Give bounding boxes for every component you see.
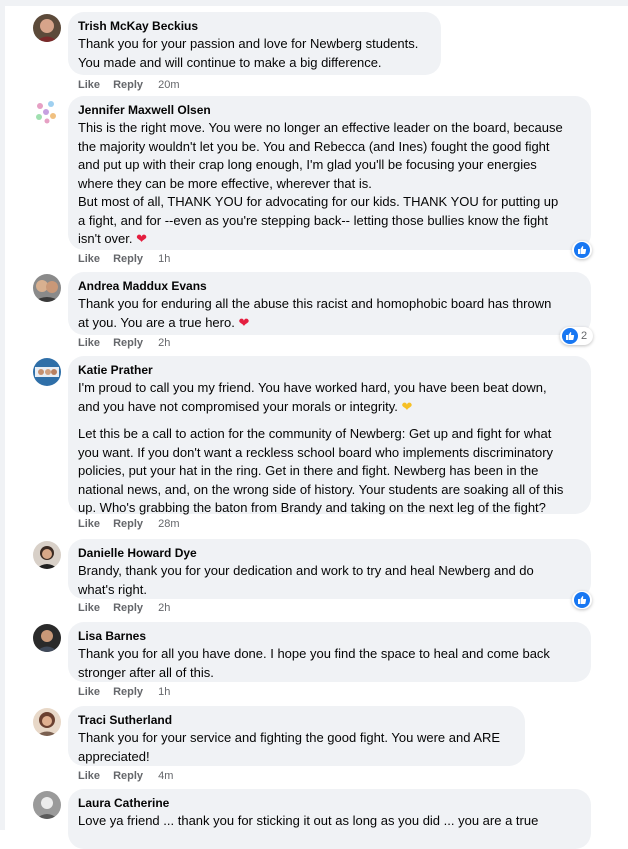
comment-text: Thank you for your service and fighting …: [78, 730, 501, 764]
avatar-image: [33, 624, 61, 652]
comment-actions: Like Reply 2h: [78, 601, 170, 615]
comment-actions: Like Reply 4m: [78, 769, 173, 783]
comment-text-body: I'm proud to call you my friend. You hav…: [78, 380, 547, 414]
comment-bubble: Danielle Howard Dye Brandy, thank you fo…: [68, 539, 591, 599]
comment-author[interactable]: Traci Sutherland: [78, 712, 515, 728]
left-edge: [0, 0, 5, 830]
comment-actions: Like Reply 28m: [78, 517, 180, 531]
comment-actions: Like Reply 1h: [78, 685, 170, 699]
like-button[interactable]: Like: [78, 253, 100, 265]
comment-author[interactable]: Andrea Maddux Evans: [78, 278, 581, 294]
comment-timestamp[interactable]: 1h: [158, 686, 170, 698]
avatar[interactable]: [33, 274, 61, 302]
avatar-image: [33, 791, 61, 819]
comment-author[interactable]: Laura Catherine: [78, 795, 581, 811]
thumbs-up-icon: [562, 328, 578, 344]
avatar[interactable]: [33, 624, 61, 652]
like-button[interactable]: Like: [78, 686, 100, 698]
red-heart-emoji: ❤: [136, 231, 148, 246]
comment-text: Love ya friend ... thank you for stickin…: [78, 813, 539, 828]
avatar-image: [33, 708, 61, 736]
comment-bubble: Jennifer Maxwell Olsen This is the right…: [68, 96, 591, 250]
reply-button[interactable]: Reply: [113, 602, 143, 614]
comment-timestamp[interactable]: 4m: [158, 770, 173, 782]
comment-text: Brandy, thank you for your dedication an…: [78, 563, 534, 597]
avatar[interactable]: [33, 708, 61, 736]
comment-text-body: This is the right move. You were no long…: [78, 120, 563, 246]
avatar[interactable]: [33, 791, 61, 819]
comment-text-body: Thank you for enduring all the abuse thi…: [78, 296, 552, 330]
comment-author[interactable]: Lisa Barnes: [78, 628, 581, 644]
comment-timestamp[interactable]: 20m: [158, 79, 179, 91]
reaction-badge[interactable]: [572, 591, 592, 609]
yellow-heart-emoji: ❤: [401, 398, 413, 414]
reaction-badge[interactable]: 2: [560, 327, 594, 345]
comment-text: Thank you for enduring all the abuse thi…: [78, 295, 581, 332]
reply-button[interactable]: Reply: [113, 518, 143, 530]
reply-button[interactable]: Reply: [113, 770, 143, 782]
comment-text: Let this be a call to action for the com…: [78, 426, 564, 515]
like-button[interactable]: Like: [78, 79, 100, 91]
like-button[interactable]: Like: [78, 770, 100, 782]
avatar-image: [33, 274, 61, 302]
comment-actions: Like Reply 20m: [78, 78, 180, 92]
comment-text: This is the right move. You were no long…: [78, 119, 581, 249]
avatar[interactable]: [33, 14, 61, 42]
comment-bubble: Katie Prather I'm proud to call you my f…: [68, 356, 591, 515]
reaction-count: 2: [581, 330, 588, 342]
comment-text: Thank you for your passion and love for …: [78, 36, 419, 70]
thumbs-up-icon: [574, 242, 590, 258]
comment-bubble: Laura Catherine Love ya friend ... thank…: [68, 789, 591, 849]
reply-button[interactable]: Reply: [113, 337, 143, 349]
comment-bubble: Trish McKay Beckius Thank you for your p…: [68, 12, 441, 75]
reply-button[interactable]: Reply: [113, 686, 143, 698]
top-divider: [0, 0, 628, 6]
comment-author[interactable]: Danielle Howard Dye: [78, 545, 581, 561]
reply-button[interactable]: Reply: [113, 79, 143, 91]
like-button[interactable]: Like: [78, 602, 100, 614]
comment-actions: Like Reply 2h: [78, 336, 170, 350]
reaction-badge[interactable]: [572, 241, 592, 259]
comment-timestamp[interactable]: 2h: [158, 337, 170, 349]
comment-text: Thank you for all you have done. I hope …: [78, 646, 550, 680]
comment-timestamp[interactable]: 2h: [158, 602, 170, 614]
comment-text: I'm proud to call you my friend. You hav…: [78, 379, 581, 416]
avatar[interactable]: [33, 358, 61, 386]
comment-timestamp[interactable]: 1h: [158, 253, 170, 265]
avatar[interactable]: [33, 541, 61, 569]
comment-bubble: Traci Sutherland Thank you for your serv…: [68, 706, 525, 766]
like-button[interactable]: Like: [78, 518, 100, 530]
reply-button[interactable]: Reply: [113, 253, 143, 265]
comment-bubble: Andrea Maddux Evans Thank you for enduri…: [68, 272, 591, 335]
comment-timestamp[interactable]: 28m: [158, 518, 179, 530]
comment-actions: Like Reply 1h: [78, 252, 170, 266]
comment-author[interactable]: Jennifer Maxwell Olsen: [78, 102, 581, 118]
comment-author[interactable]: Katie Prather: [78, 362, 581, 378]
comment-author[interactable]: Trish McKay Beckius: [78, 18, 431, 34]
avatar-image: [33, 98, 61, 126]
red-heart-emoji: ❤: [238, 314, 250, 330]
avatar-image: [33, 14, 61, 42]
like-button[interactable]: Like: [78, 337, 100, 349]
thumbs-up-icon: [574, 592, 590, 608]
avatar[interactable]: [33, 98, 61, 126]
avatar-image: [33, 358, 61, 386]
comment-bubble: Lisa Barnes Thank you for all you have d…: [68, 622, 591, 682]
avatar-image: [33, 541, 61, 569]
